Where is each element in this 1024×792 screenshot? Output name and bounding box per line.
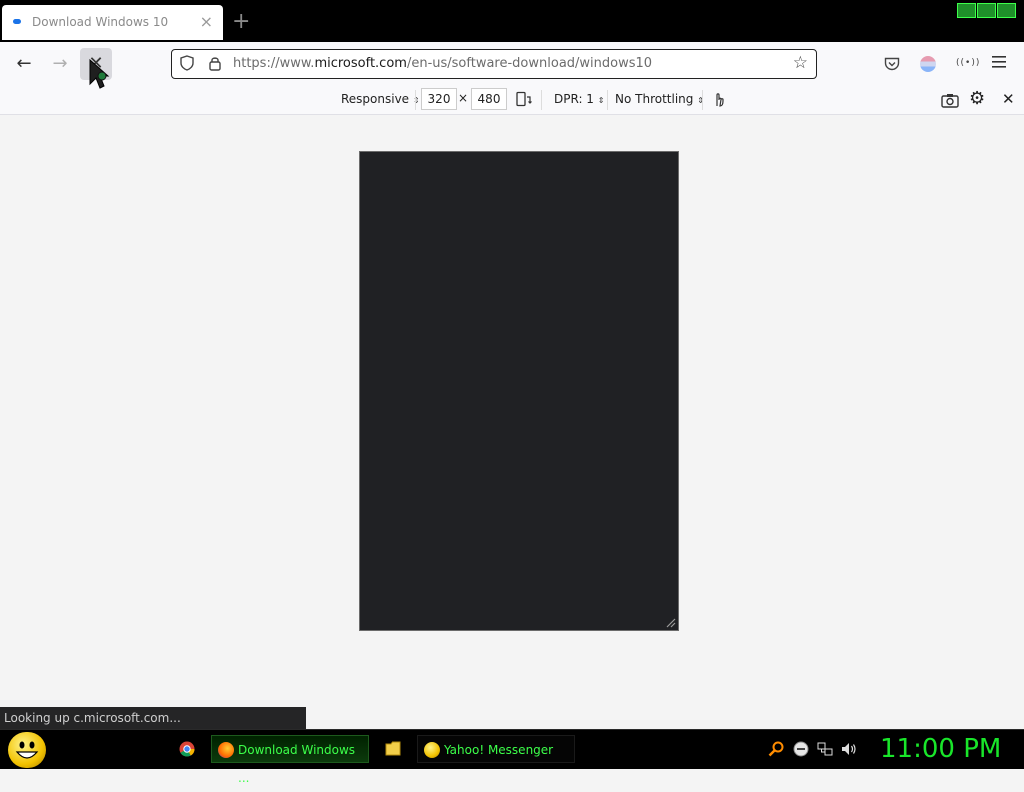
status-panel: Looking up c.microsoft.com... [0, 707, 306, 729]
bookmark-star-icon[interactable]: ☆ [793, 53, 808, 73]
viewport-width-input[interactable]: 320 [421, 88, 457, 110]
url-text[interactable]: https://www.microsoft.com/en-us/software… [233, 56, 652, 71]
search-icon[interactable] [768, 741, 784, 757]
yahoo-messenger-icon [424, 742, 440, 758]
dpr-selector[interactable]: DPR: 1 ⇕ [554, 92, 604, 106]
settings-gear-icon[interactable]: ⚙ [969, 88, 985, 109]
extension-icon[interactable]: ((•)) [956, 58, 980, 68]
lock-icon[interactable] [208, 55, 222, 71]
taskbar: Download Windows ... Yahoo! Messenger 11… [0, 729, 1024, 785]
viewport-height-input[interactable]: 480 [471, 88, 507, 110]
url-bar[interactable]: https://www.microsoft.com/en-us/software… [171, 49, 817, 79]
microsoft-favicon-icon [13, 19, 21, 24]
taskbar-firefox-button[interactable]: Download Windows ... [211, 735, 369, 785]
device-selector[interactable]: Responsive ⇕ [341, 92, 420, 106]
dimension-separator: × [458, 91, 469, 105]
divider [607, 90, 608, 110]
throttling-selector[interactable]: No Throttling ⇕ [615, 92, 704, 106]
touch-simulation-icon[interactable] [711, 91, 727, 109]
updown-icon: ⇕ [597, 96, 605, 105]
back-button[interactable]: ← [10, 50, 38, 78]
tab-title: Download Windows 10 [32, 15, 169, 29]
volume-icon[interactable] [841, 741, 857, 757]
device-label: Responsive [341, 92, 410, 106]
minimize-icon[interactable] [957, 3, 976, 18]
tab-strip: Download Windows 10 × + [0, 0, 1024, 42]
tracking-protection-shield-icon[interactable] [180, 55, 194, 71]
url-domain: microsoft.com [314, 56, 407, 71]
taskbar-clock[interactable]: 11:00 PM [880, 732, 1001, 766]
responsive-design-toolbar: Responsive ⇕ 320 × 480 DPR: 1 ⇕ No Throt… [0, 86, 1024, 115]
throttling-label: No Throttling [615, 92, 694, 106]
close-window-icon[interactable] [997, 3, 1016, 18]
dpr-label: DPR: 1 [554, 92, 594, 106]
chrome-icon[interactable] [179, 741, 195, 757]
firefox-icon [218, 742, 234, 758]
minus-circle-icon[interactable] [793, 741, 809, 757]
mouse-cursor-busy-icon [89, 58, 110, 89]
rotate-viewport-icon[interactable] [516, 91, 532, 107]
close-rdm-icon[interactable]: ✕ [1002, 90, 1015, 108]
url-path: /en-us/software-download/windows10 [406, 56, 653, 71]
taskbar-yahoo-messenger-button[interactable]: Yahoo! Messenger [417, 735, 575, 763]
divider [415, 90, 416, 110]
taskbar-firefox-label: Download Windows ... [238, 743, 356, 785]
taskbar-yahoo-label: Yahoo! Messenger [444, 743, 554, 757]
updown-icon: ⇕ [412, 96, 420, 105]
divider [541, 90, 542, 110]
window-controls[interactable] [957, 3, 1017, 19]
folder-icon[interactable] [385, 741, 401, 756]
url-prefix: https://www. [233, 56, 315, 71]
account-avatar[interactable] [920, 56, 936, 72]
maximize-icon[interactable] [977, 3, 996, 18]
start-button-smiley-icon[interactable] [8, 732, 46, 768]
network-icon[interactable] [817, 741, 833, 757]
screenshot-icon[interactable] [941, 92, 959, 108]
viewport-resize-handle-icon[interactable] [666, 618, 676, 628]
device-viewport[interactable] [359, 151, 679, 631]
tab-download-windows[interactable]: Download Windows 10 × [2, 5, 223, 40]
pocket-icon[interactable] [884, 57, 900, 71]
hamburger-menu-icon[interactable] [991, 55, 1007, 69]
new-tab-button[interactable]: + [232, 8, 250, 36]
forward-button[interactable]: → [46, 50, 74, 78]
smiley-face-icon [15, 741, 39, 759]
tab-close-icon[interactable]: × [200, 12, 213, 31]
divider [702, 90, 703, 110]
